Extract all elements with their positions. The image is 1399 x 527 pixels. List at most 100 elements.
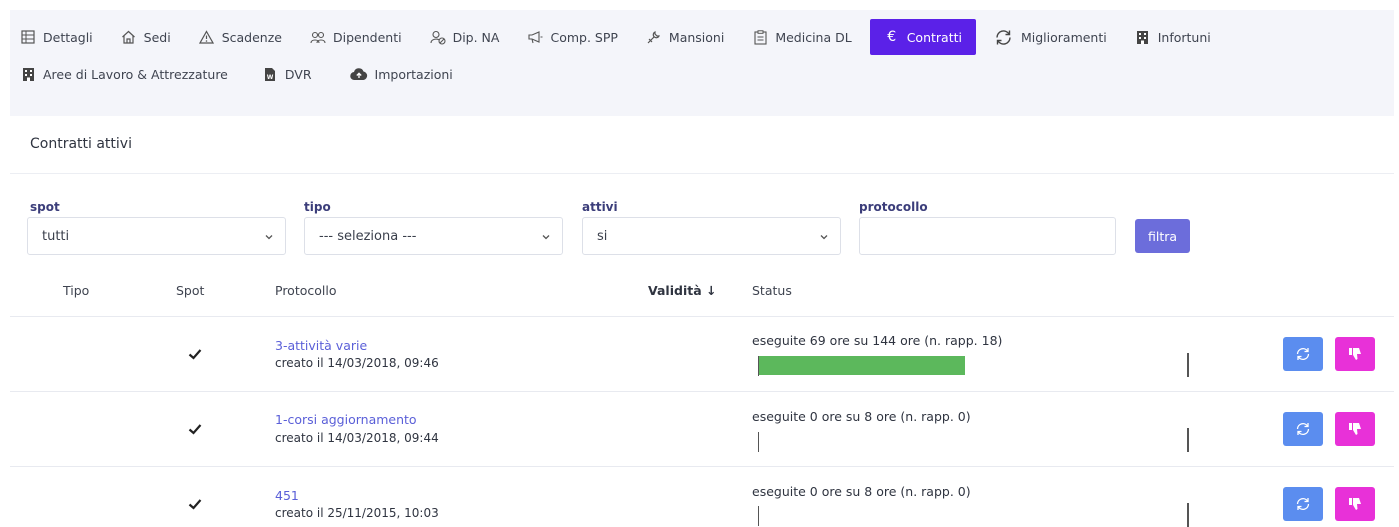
filter-spot-label: spot	[30, 200, 60, 214]
refresh-icon	[1296, 498, 1310, 510]
thumbs-down-icon	[1349, 423, 1361, 435]
filter-attivi-label: attivi	[582, 200, 618, 214]
column-header-status[interactable]: Status	[752, 283, 792, 298]
check-icon	[188, 499, 202, 510]
nav-label: Dipendenti	[333, 29, 402, 45]
filter-spot-value: tutti	[42, 228, 70, 244]
top-navigation: Dettagli Sedi Scadenze Dipendenti Dip. N…	[10, 10, 1394, 116]
row-divider	[10, 466, 1394, 467]
nav-label: Dip. NA	[452, 29, 500, 45]
column-header-spot[interactable]: Spot	[176, 283, 204, 298]
row-divider	[10, 391, 1394, 392]
title-divider	[10, 173, 1394, 174]
protocollo-link[interactable]: 451	[275, 488, 299, 503]
nav-item-importazioni[interactable]: Importazioni	[340, 56, 463, 92]
renew-button[interactable]	[1283, 487, 1323, 521]
nav-item-infortuni[interactable]: Infortuni	[1125, 19, 1221, 55]
thumbs-down-button[interactable]	[1335, 487, 1375, 521]
building-icon	[1135, 29, 1151, 45]
progress-end-marker	[1187, 353, 1189, 377]
nav-item-contratti[interactable]: € Contratti	[869, 19, 976, 55]
nav-label: Medicina DL	[775, 29, 852, 45]
nav-item-miglioramenti[interactable]: Miglioramenti	[984, 19, 1117, 55]
nav-label: Sedi	[143, 29, 171, 45]
filter-attivi-select[interactable]: si	[582, 217, 841, 255]
cloud-upload-icon	[349, 66, 368, 82]
page-title: Contratti attivi	[30, 136, 132, 152]
nav-label: Scadenze	[221, 29, 282, 45]
chevron-down-icon	[542, 235, 550, 240]
thumbs-down-icon	[1349, 348, 1361, 360]
header-divider	[10, 316, 1394, 317]
filter-tipo-value: --- seleziona ---	[319, 228, 417, 244]
nav-label: Infortuni	[1157, 29, 1211, 45]
nav-item-aree-lavoro[interactable]: Aree di Lavoro & Attrezzature	[10, 56, 238, 92]
euro-icon: €	[887, 29, 897, 45]
users-off-icon	[430, 29, 446, 45]
chevron-down-icon	[265, 235, 273, 240]
nav-item-comp-spp[interactable]: Comp. SPP	[517, 19, 627, 55]
nav-label: Miglioramenti	[1020, 29, 1107, 45]
building-alt-icon	[20, 66, 36, 82]
renew-button[interactable]	[1283, 337, 1323, 371]
column-header-validita[interactable]: Validità ↓	[648, 283, 716, 298]
nav-label: Comp. SPP	[550, 29, 618, 45]
progress-bar	[758, 432, 1188, 452]
refresh-icon	[994, 27, 1014, 47]
filter-protocollo-input[interactable]	[859, 217, 1116, 255]
nav-item-dip-na[interactable]: Dip. NA	[420, 19, 510, 55]
nav-item-scadenze[interactable]: Scadenze	[189, 19, 292, 55]
nav-row-1: Dettagli Sedi Scadenze Dipendenti Dip. N…	[10, 18, 1221, 56]
clipboard-icon	[752, 29, 768, 45]
nav-label: Mansioni	[668, 29, 725, 45]
thumbs-down-icon	[1349, 498, 1361, 510]
nav-label: Contratti	[906, 29, 962, 45]
refresh-icon	[1296, 423, 1310, 435]
progress-start-tick	[758, 506, 759, 526]
nav-label: Dettagli	[43, 29, 93, 45]
chevron-down-icon	[820, 235, 828, 240]
megaphone-icon	[527, 29, 543, 45]
thumbs-down-button[interactable]	[1335, 337, 1375, 371]
filter-button[interactable]: filtra	[1135, 219, 1190, 253]
thumbs-down-button[interactable]	[1335, 412, 1375, 446]
nav-label: DVR	[284, 66, 312, 82]
nav-item-mansioni[interactable]: Mansioni	[636, 19, 734, 55]
filter-attivi-value: si	[597, 228, 608, 244]
filter-tipo-select[interactable]: --- seleziona ---	[304, 217, 563, 255]
svg-text:W: W	[267, 74, 274, 81]
protocollo-link[interactable]: 3-attività varie	[275, 338, 367, 353]
nav-item-medicina-dl[interactable]: Medicina DL	[742, 19, 861, 55]
grid-icon	[20, 29, 36, 45]
filter-spot-select[interactable]: tutti	[27, 217, 286, 255]
nav-label: Importazioni	[374, 66, 453, 82]
refresh-icon	[1296, 348, 1310, 360]
progress-end-marker	[1187, 428, 1189, 452]
column-header-protocollo[interactable]: Protocollo	[275, 283, 337, 298]
nav-item-dettagli[interactable]: Dettagli	[10, 19, 103, 55]
nav-item-sedi[interactable]: Sedi	[111, 19, 181, 55]
home-icon	[121, 29, 137, 45]
nav-item-dipendenti[interactable]: Dipendenti	[300, 19, 412, 55]
check-icon	[188, 349, 202, 360]
created-date: creato il 14/03/2018, 09:46	[275, 356, 439, 370]
created-date: creato il 14/03/2018, 09:44	[275, 431, 439, 445]
check-icon	[188, 424, 202, 435]
status-text: eseguite 69 ore su 144 ore (n. rapp. 18)	[752, 333, 1003, 348]
warning-icon	[199, 29, 215, 45]
tools-icon	[646, 29, 662, 45]
progress-fill	[759, 356, 965, 375]
word-file-icon: W	[262, 66, 278, 82]
protocollo-link[interactable]: 1-corsi aggiornamento	[275, 412, 417, 427]
nav-item-dvr[interactable]: W DVR	[252, 56, 322, 92]
nav-row-2: Aree di Lavoro & Attrezzature W DVR Impo…	[10, 58, 463, 90]
filter-protocollo-label: protocollo	[859, 200, 928, 214]
column-header-tipo[interactable]: Tipo	[63, 283, 89, 298]
created-date: creato il 25/11/2015, 10:03	[275, 506, 439, 520]
nav-label: Aree di Lavoro & Attrezzature	[43, 66, 228, 82]
status-text: eseguite 0 ore su 8 ore (n. rapp. 0)	[752, 409, 971, 424]
progress-bar	[758, 506, 1188, 526]
status-text: eseguite 0 ore su 8 ore (n. rapp. 0)	[752, 484, 971, 499]
renew-button[interactable]	[1283, 412, 1323, 446]
progress-start-tick	[758, 432, 759, 452]
